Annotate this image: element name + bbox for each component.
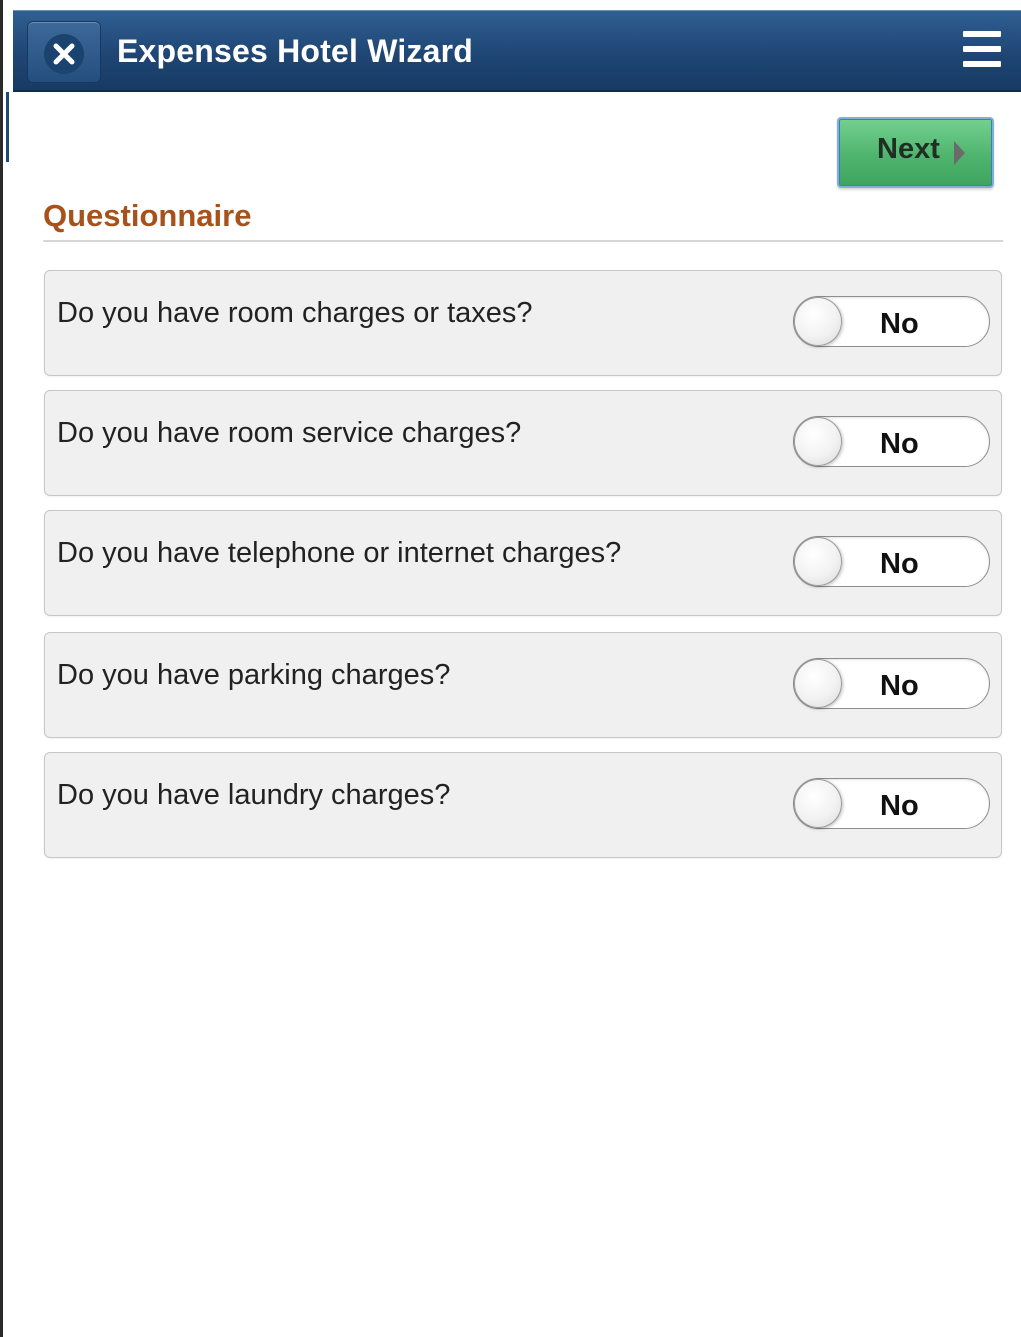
toggle-label: No	[880, 670, 919, 702]
toggle-label: No	[880, 428, 919, 460]
toggle-knob[interactable]	[794, 417, 842, 466]
question-text: Do you have laundry charges?	[57, 779, 451, 811]
next-button[interactable]: Next	[837, 117, 994, 188]
header-bar: Expenses Hotel Wizard	[13, 10, 1021, 92]
answer-toggle[interactable]: No	[793, 658, 990, 709]
answer-toggle[interactable]: No	[793, 778, 990, 829]
hamburger-menu-icon[interactable]	[961, 29, 1005, 73]
toggle-label: No	[880, 308, 919, 340]
next-button-label: Next	[877, 133, 940, 165]
question-card: Do you have laundry charges? No	[44, 752, 1002, 858]
toggle-label: No	[880, 790, 919, 822]
question-card: Do you have telephone or internet charge…	[44, 510, 1002, 616]
answer-toggle[interactable]: No	[793, 536, 990, 587]
toggle-knob[interactable]	[794, 537, 842, 586]
frame-accent	[6, 92, 9, 162]
page-title: Expenses Hotel Wizard	[117, 33, 474, 69]
toggle-knob[interactable]	[794, 659, 842, 708]
toggle-knob[interactable]	[794, 779, 842, 828]
question-text: Do you have parking charges?	[57, 659, 451, 691]
answer-toggle[interactable]: No	[793, 416, 990, 467]
question-card: Do you have parking charges? No	[44, 632, 1002, 738]
toggle-label: No	[880, 548, 919, 580]
question-text: Do you have telephone or internet charge…	[57, 537, 622, 569]
section-divider	[43, 240, 1003, 242]
question-card: Do you have room service charges? No	[44, 390, 1002, 496]
close-button[interactable]	[27, 21, 101, 83]
close-icon	[44, 34, 84, 74]
question-text: Do you have room service charges?	[57, 417, 522, 449]
toggle-knob[interactable]	[794, 297, 842, 346]
question-card: Do you have room charges or taxes? No	[44, 270, 1002, 376]
triangle-right-icon	[954, 141, 965, 165]
section-title: Questionnaire	[43, 198, 252, 233]
question-text: Do you have room charges or taxes?	[57, 297, 533, 329]
app-frame: Expenses Hotel Wizard Next Questionnaire…	[0, 0, 1021, 1337]
answer-toggle[interactable]: No	[793, 296, 990, 347]
